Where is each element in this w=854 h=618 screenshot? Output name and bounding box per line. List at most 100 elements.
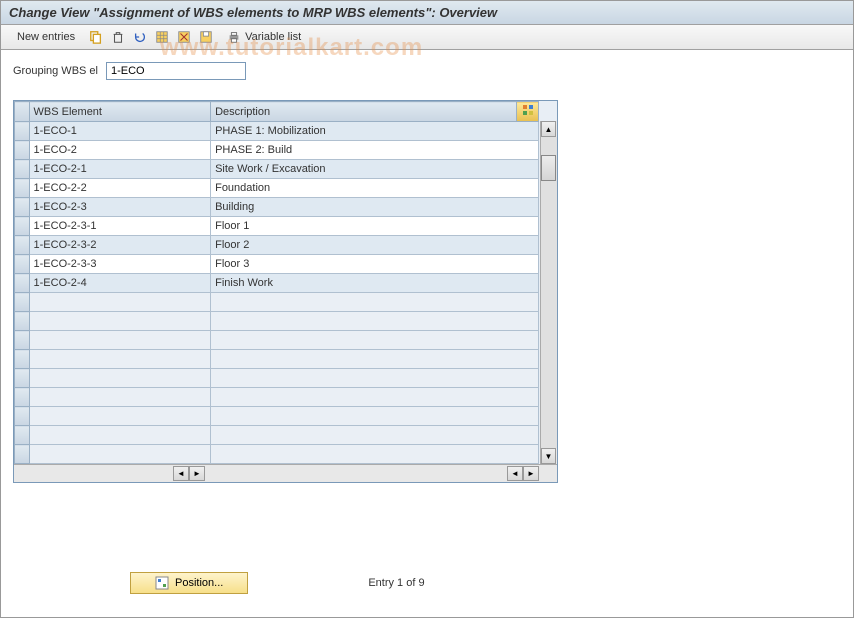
table-row-empty bbox=[15, 388, 539, 407]
vertical-scrollbar[interactable]: ▲ ▼ bbox=[540, 121, 557, 464]
cell-desc[interactable]: Floor 2 bbox=[211, 236, 539, 255]
table-row[interactable]: 1-ECO-2-1 Site Work / Excavation bbox=[15, 160, 539, 179]
entry-counter: Entry 1 of 9 bbox=[368, 577, 424, 589]
cell-desc[interactable]: Floor 3 bbox=[211, 255, 539, 274]
row-selector[interactable] bbox=[15, 274, 30, 293]
cell-wbs[interactable]: 1-ECO-1 bbox=[29, 122, 211, 141]
page-title: Change View "Assignment of WBS elements … bbox=[1, 1, 853, 25]
hscroll-left-button-2[interactable]: ◄ bbox=[507, 466, 523, 481]
table-row-empty bbox=[15, 407, 539, 426]
cell-desc[interactable]: PHASE 2: Build bbox=[211, 141, 539, 160]
save-icon[interactable] bbox=[197, 28, 215, 46]
row-selector[interactable] bbox=[15, 331, 30, 350]
cell-desc[interactable]: PHASE 1: Mobilization bbox=[211, 122, 539, 141]
cell-wbs[interactable]: 1-ECO-2-3 bbox=[29, 198, 211, 217]
row-selector[interactable] bbox=[15, 236, 30, 255]
cell-desc[interactable]: Finish Work bbox=[211, 274, 539, 293]
row-selector[interactable] bbox=[15, 255, 30, 274]
row-selector[interactable] bbox=[15, 388, 30, 407]
cell-wbs[interactable]: 1-ECO-2 bbox=[29, 141, 211, 160]
row-selector[interactable] bbox=[15, 160, 30, 179]
scroll-track[interactable] bbox=[541, 137, 557, 448]
cell-wbs[interactable]: 1-ECO-2-3-2 bbox=[29, 236, 211, 255]
cell-empty bbox=[29, 407, 211, 426]
row-selector[interactable] bbox=[15, 217, 30, 236]
scroll-down-button[interactable]: ▼ bbox=[541, 448, 556, 464]
cell-desc[interactable]: Floor 1 bbox=[211, 217, 539, 236]
cell-empty bbox=[211, 293, 539, 312]
hscroll-left-button[interactable]: ◄ bbox=[173, 466, 189, 481]
row-selector[interactable] bbox=[15, 141, 30, 160]
cell-desc[interactable]: Building bbox=[211, 198, 539, 217]
row-selector[interactable] bbox=[15, 426, 30, 445]
cell-empty bbox=[29, 445, 211, 464]
position-button[interactable]: Position... bbox=[130, 572, 248, 594]
row-selector[interactable] bbox=[15, 312, 30, 331]
scroll-thumb[interactable] bbox=[541, 155, 556, 181]
cell-wbs[interactable]: 1-ECO-2-1 bbox=[29, 160, 211, 179]
row-selector[interactable] bbox=[15, 350, 30, 369]
filter-label: Grouping WBS el bbox=[13, 65, 98, 77]
position-icon bbox=[155, 576, 169, 590]
cell-empty bbox=[211, 312, 539, 331]
col-header-desc[interactable]: Description bbox=[211, 102, 517, 122]
cell-empty bbox=[211, 445, 539, 464]
table-row[interactable]: 1-ECO-2 PHASE 2: Build bbox=[15, 141, 539, 160]
deselect-all-icon[interactable] bbox=[175, 28, 193, 46]
cell-empty bbox=[29, 350, 211, 369]
table-row[interactable]: 1-ECO-2-3-3 Floor 3 bbox=[15, 255, 539, 274]
cell-wbs[interactable]: 1-ECO-2-4 bbox=[29, 274, 211, 293]
cell-desc[interactable]: Foundation bbox=[211, 179, 539, 198]
table-row-empty bbox=[15, 331, 539, 350]
col-header-wbs[interactable]: WBS Element bbox=[29, 102, 211, 122]
cell-empty bbox=[29, 388, 211, 407]
table-row[interactable]: 1-ECO-1 PHASE 1: Mobilization bbox=[15, 122, 539, 141]
cell-empty bbox=[29, 312, 211, 331]
cell-wbs[interactable]: 1-ECO-2-3-1 bbox=[29, 217, 211, 236]
table-row-empty bbox=[15, 445, 539, 464]
table-row-empty bbox=[15, 293, 539, 312]
hscroll-right-button-2[interactable]: ► bbox=[523, 466, 539, 481]
select-all-icon[interactable] bbox=[153, 28, 171, 46]
table-config-button[interactable] bbox=[517, 102, 539, 122]
wbs-table: WBS Element Description 1-ECO-1 PHASE 1:… bbox=[14, 101, 539, 464]
table-row[interactable]: 1-ECO-2-3 Building bbox=[15, 198, 539, 217]
table-row-empty bbox=[15, 426, 539, 445]
cell-empty bbox=[211, 407, 539, 426]
print-icon bbox=[227, 30, 241, 44]
delete-icon[interactable] bbox=[109, 28, 127, 46]
row-selector[interactable] bbox=[15, 293, 30, 312]
cell-empty bbox=[211, 331, 539, 350]
table-row-empty bbox=[15, 350, 539, 369]
copy-icon[interactable] bbox=[87, 28, 105, 46]
table-row[interactable]: 1-ECO-2-2 Foundation bbox=[15, 179, 539, 198]
row-selector[interactable] bbox=[15, 407, 30, 426]
select-all-corner[interactable] bbox=[15, 102, 30, 122]
hscroll-right-button[interactable]: ► bbox=[189, 466, 205, 481]
new-entries-button[interactable]: New entries bbox=[9, 29, 83, 45]
row-selector[interactable] bbox=[15, 445, 30, 464]
cell-empty bbox=[29, 369, 211, 388]
row-selector[interactable] bbox=[15, 179, 30, 198]
row-selector[interactable] bbox=[15, 122, 30, 141]
table-row[interactable]: 1-ECO-2-4 Finish Work bbox=[15, 274, 539, 293]
cell-empty bbox=[211, 350, 539, 369]
table-row-empty bbox=[15, 369, 539, 388]
cell-wbs[interactable]: 1-ECO-2-2 bbox=[29, 179, 211, 198]
row-selector[interactable] bbox=[15, 198, 30, 217]
cell-empty bbox=[211, 388, 539, 407]
wbs-table-container: WBS Element Description 1-ECO-1 PHASE 1:… bbox=[13, 100, 558, 483]
grouping-wbs-input[interactable] bbox=[106, 62, 246, 80]
cell-empty bbox=[211, 426, 539, 445]
cell-empty bbox=[211, 369, 539, 388]
table-row[interactable]: 1-ECO-2-3-2 Floor 2 bbox=[15, 236, 539, 255]
cell-desc[interactable]: Site Work / Excavation bbox=[211, 160, 539, 179]
cell-empty bbox=[29, 331, 211, 350]
table-row[interactable]: 1-ECO-2-3-1 Floor 1 bbox=[15, 217, 539, 236]
cell-wbs[interactable]: 1-ECO-2-3-3 bbox=[29, 255, 211, 274]
config-icon bbox=[522, 104, 534, 116]
scroll-up-button[interactable]: ▲ bbox=[541, 121, 556, 137]
row-selector[interactable] bbox=[15, 369, 30, 388]
variable-list-button[interactable]: Variable list bbox=[219, 28, 309, 46]
undo-icon[interactable] bbox=[131, 28, 149, 46]
